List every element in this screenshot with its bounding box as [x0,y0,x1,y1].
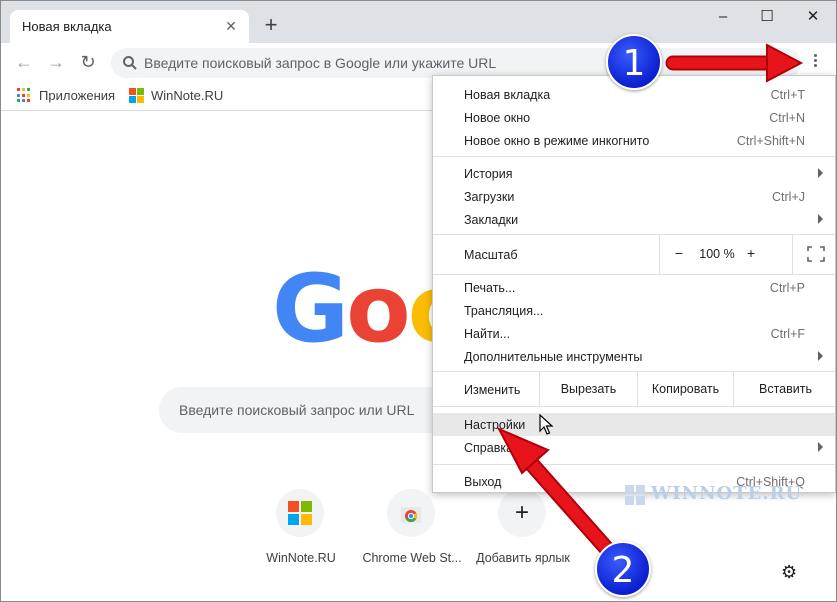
mouse-cursor-icon [539,414,554,435]
browser-window: Новая вкладка ✕ + – ☐ ✕ ← → ↻ Введите по… [0,0,837,602]
step-marker-2: 2 [595,541,651,597]
step-marker-1: 1 [606,34,662,90]
arrow-2-icon [496,426,615,557]
annotation-arrows [496,43,804,557]
arrow-1-icon [665,43,804,83]
